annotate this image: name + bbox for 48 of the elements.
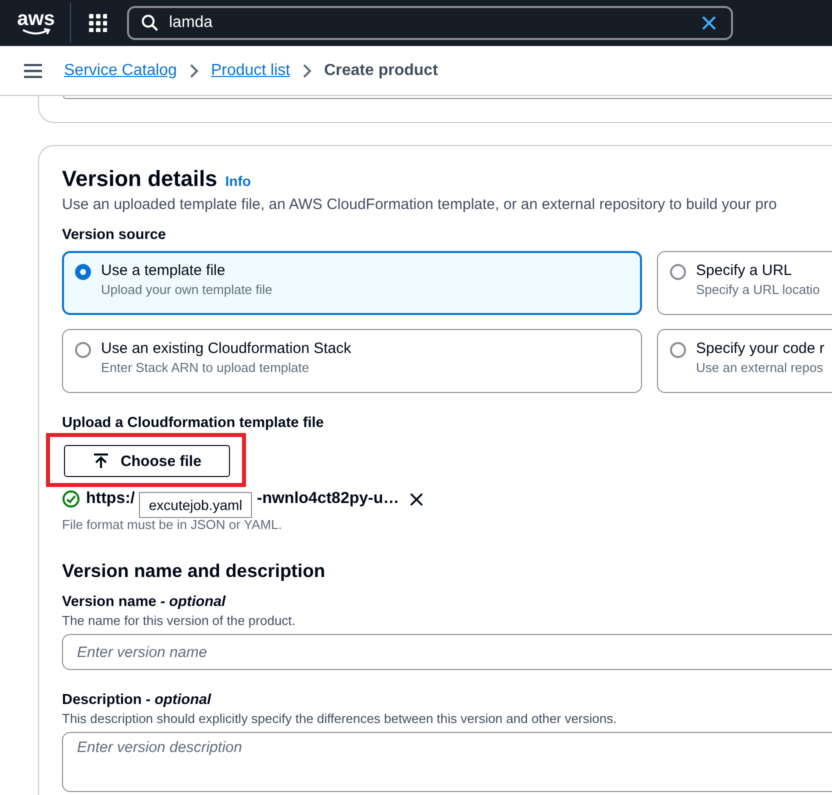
option-subtitle: Enter Stack ARN to upload template: [101, 360, 310, 375]
field-help-text: This description should explicitly specify the differences between this version and other versions.: [62, 711, 618, 726]
option-subtitle: Upload your own template file: [101, 282, 272, 297]
info-link[interactable]: Info: [225, 173, 251, 189]
field-label: Version source: [62, 227, 167, 243]
field-help-text: The name for this version of the product.: [62, 613, 296, 628]
field-label: Upload a Cloudformation template file: [62, 415, 325, 431]
apps-grid-icon[interactable]: [89, 14, 107, 32]
option-title: Specify a URL: [696, 262, 793, 279]
option-title: Use an existing Cloudformation Stack: [101, 340, 352, 357]
file-name: https:/: [86, 490, 135, 508]
tooltip: excutejob.yaml: [138, 492, 252, 518]
clear-icon[interactable]: [701, 15, 717, 31]
remove-icon[interactable]: [409, 492, 424, 506]
option-subtitle: Specify a URL locatio: [696, 282, 820, 297]
section-title: Version details: [62, 166, 218, 192]
section-description: Use an uploaded template file, an AWS CloudFormation template, or an external repository to build your pro: [62, 196, 778, 213]
radio-button[interactable]: [75, 342, 91, 358]
option-subtitle: Use an external repos: [696, 360, 824, 375]
search-field[interactable]: lamda: [127, 6, 733, 40]
version-name-input[interactable]: Enter version name: [62, 634, 832, 670]
breadcrumb-link[interactable]: Service Catalog: [64, 62, 177, 80]
field-label: Description - optional: [62, 692, 212, 708]
choose-file-button[interactable]: Choose file: [64, 445, 230, 477]
breadcrumb-link[interactable]: Product list: [210, 62, 290, 80]
option-title: Use a template file: [101, 262, 226, 279]
radio-tile[interactable]: Use an existing Cloudformation Stack Enter Stack ARN to upload template: [62, 329, 642, 393]
chevron-right-icon: [302, 64, 312, 78]
success-check-icon: [62, 490, 80, 508]
smile-arrow-icon: [21, 28, 51, 36]
radio-button[interactable]: [670, 342, 686, 358]
description-textarea[interactable]: Enter version description: [62, 732, 832, 792]
chevron-right-icon: [188, 64, 199, 78]
upload-icon: [92, 453, 109, 469]
breadcrumb-current: Create product: [324, 62, 438, 80]
option-title: Specify your code r: [696, 340, 824, 357]
radio-tile[interactable]: Specify your code r Use an external repos: [657, 329, 832, 393]
aws-logo[interactable]: aws: [16, 10, 56, 36]
field-label: Version name - optional: [62, 594, 227, 610]
subsection-title: Version name and description: [62, 560, 326, 582]
constraint-text: File format must be in JSON or YAML.: [62, 517, 283, 532]
radio-button[interactable]: [670, 264, 686, 280]
file-name: -nwnlo4ct82py-u…: [256, 490, 400, 508]
search-icon: [141, 14, 159, 32]
radio-tile[interactable]: Use a template file Upload your own template file: [62, 251, 642, 315]
menu-icon[interactable]: [24, 64, 42, 78]
radio-button[interactable]: [75, 264, 91, 280]
radio-tile[interactable]: Specify a URL Specify a URL locatio: [657, 251, 832, 315]
